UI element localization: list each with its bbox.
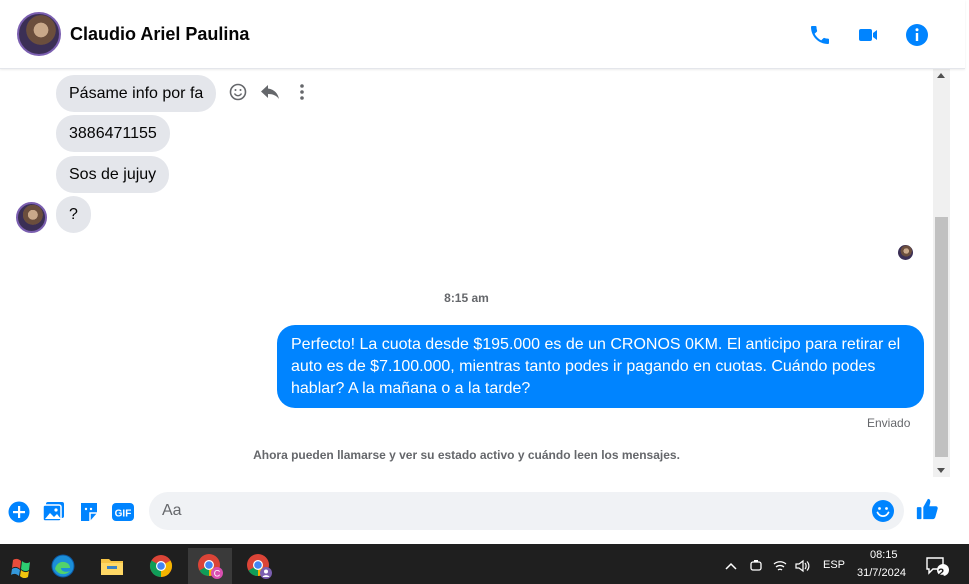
sticker-icon[interactable] <box>77 500 101 524</box>
video-call-icon[interactable] <box>855 22 881 48</box>
system-note: Ahora pueden llamarse y ver su estado ac… <box>253 448 680 462</box>
volume-icon[interactable] <box>790 548 814 584</box>
info-icon[interactable] <box>904 22 930 48</box>
outgoing-message[interactable]: Perfecto! La cuota desde $195.000 es de … <box>277 325 924 408</box>
messenger-window: Claudio Ariel Paulina Pásame info por fa… <box>0 0 969 544</box>
seen-avatar <box>898 245 913 260</box>
chrome-icon[interactable] <box>139 548 183 584</box>
wifi-icon[interactable] <box>768 548 792 584</box>
sent-status: Enviado <box>867 416 911 430</box>
file-explorer-icon[interactable] <box>90 548 134 584</box>
react-emoji-icon[interactable] <box>228 82 248 102</box>
gif-icon[interactable]: GIF <box>111 500 135 524</box>
notification-count: 2 <box>938 567 945 579</box>
scroll-down-arrow[interactable] <box>937 468 945 473</box>
clock-time[interactable]: 08:15 <box>870 549 898 561</box>
incoming-message[interactable]: 3886471155 <box>56 115 170 152</box>
incoming-message[interactable]: Sos de jujuy <box>56 156 170 193</box>
incoming-message[interactable]: Pásame info por fa <box>56 75 217 112</box>
notifications-icon[interactable] <box>922 548 952 584</box>
edge-icon[interactable] <box>41 548 85 584</box>
message-actions <box>228 82 312 102</box>
show-hidden-icons-chevron-icon[interactable] <box>718 548 744 584</box>
message-input[interactable] <box>162 492 862 530</box>
clock-date[interactable]: 31/7/2024 <box>857 567 906 579</box>
image-icon[interactable] <box>42 500 66 524</box>
emoji-icon[interactable] <box>871 499 895 523</box>
windows-taskbar: C ESP 08:15 31/7/2024 2 <box>0 544 969 584</box>
reply-icon[interactable] <box>260 82 280 102</box>
svg-text:C: C <box>214 569 221 579</box>
scroll-up-arrow[interactable] <box>937 73 945 78</box>
contact-avatar[interactable] <box>17 12 61 56</box>
more-options-icon[interactable] <box>292 82 312 102</box>
sender-avatar[interactable] <box>16 202 47 233</box>
chrome-profile-c-icon[interactable]: C <box>188 548 232 584</box>
contact-name[interactable]: Claudio Ariel Paulina <box>70 24 249 45</box>
message-composer: GIF <box>0 484 950 540</box>
chat-scrollbar[interactable] <box>933 69 950 477</box>
chrome-profile-icon[interactable] <box>237 548 281 584</box>
incoming-message[interactable]: ? <box>56 196 91 233</box>
like-icon[interactable] <box>915 497 939 521</box>
message-timestamp: 8:15 am <box>444 291 489 305</box>
add-icon[interactable] <box>7 500 31 524</box>
scrollbar-thumb[interactable] <box>935 217 948 457</box>
svg-text:GIF: GIF <box>115 509 132 520</box>
windows-start-icon[interactable] <box>0 548 44 584</box>
window-edge <box>950 69 969 544</box>
message-input-wrapper <box>149 492 904 530</box>
input-language[interactable]: ESP <box>823 559 845 571</box>
meet-now-icon[interactable] <box>744 548 768 584</box>
conversation-header: Claudio Ariel Paulina <box>0 0 965 69</box>
phone-icon[interactable] <box>807 22 833 48</box>
